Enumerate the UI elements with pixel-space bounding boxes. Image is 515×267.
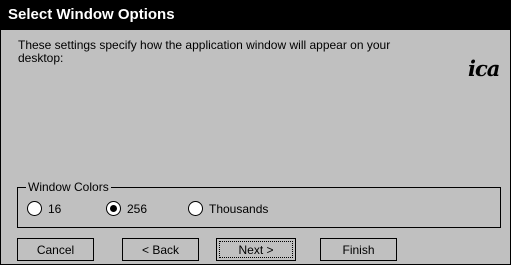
radio-button-icon[interactable] — [27, 201, 42, 216]
radio-thousands-colors[interactable]: Thousands — [188, 201, 268, 216]
radio-256-colors[interactable]: 256 — [106, 201, 147, 216]
radio-label: 16 — [48, 201, 62, 216]
next-button[interactable]: Next > — [216, 238, 296, 261]
finish-button[interactable]: Finish — [320, 238, 397, 261]
window-colors-group: Window Colors 16 256 Thousands — [17, 180, 501, 228]
window-colors-legend: Window Colors — [26, 180, 111, 194]
description-text: These settings specify how the applicati… — [18, 38, 391, 65]
back-button[interactable]: < Back — [122, 238, 199, 261]
radio-button-icon[interactable] — [188, 201, 203, 216]
radio-button-selected-icon[interactable] — [106, 201, 121, 216]
cancel-button[interactable]: Cancel — [17, 238, 94, 261]
dialog-title: Select Window Options — [8, 6, 175, 23]
dialog-window: Select Window Options These settings spe… — [0, 0, 511, 265]
radio-16-colors[interactable]: 16 — [27, 201, 61, 216]
radio-label: 256 — [127, 201, 148, 216]
title-bar: Select Window Options — [1, 1, 510, 30]
ica-logo: ica — [468, 56, 500, 81]
radio-label: Thousands — [209, 201, 269, 216]
